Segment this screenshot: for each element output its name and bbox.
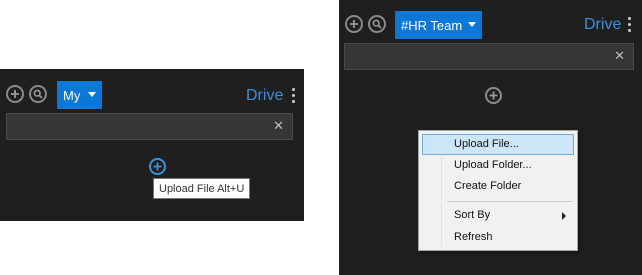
- chevron-down-icon: [468, 22, 476, 27]
- menu-item-label: Upload File...: [454, 138, 519, 150]
- menu-item-create-folder[interactable]: Create Folder: [422, 176, 574, 197]
- more-options-icon[interactable]: [292, 88, 296, 103]
- add-icon[interactable]: [6, 85, 24, 103]
- menu-item-refresh[interactable]: Refresh: [422, 227, 574, 248]
- search-field[interactable]: ✕: [6, 113, 293, 140]
- screen: My Drive ✕ Upload File Alt+U #HR Team Dr…: [0, 0, 642, 275]
- menu-item-label: Upload Folder...: [454, 159, 532, 171]
- menu-item-label: Refresh: [454, 231, 493, 243]
- upload-file-tooltip: Upload File Alt+U: [153, 178, 251, 199]
- clear-search-icon[interactable]: ✕: [614, 49, 625, 63]
- upload-file-icon[interactable]: [149, 158, 166, 175]
- menu-item-upload-folder[interactable]: Upload Folder...: [422, 155, 574, 176]
- more-options-icon[interactable]: [628, 17, 632, 32]
- add-icon[interactable]: [345, 15, 363, 33]
- drive-selector-label: My: [63, 87, 81, 103]
- drive-panel-my: My Drive ✕ Upload File Alt+U: [0, 69, 304, 221]
- drive-label: Drive: [584, 16, 622, 33]
- menu-item-label: Create Folder: [454, 180, 522, 192]
- chevron-down-icon: [88, 92, 96, 97]
- upload-file-icon[interactable]: [485, 87, 502, 104]
- drive-selector-label: #HR Team: [401, 17, 463, 33]
- context-menu: Upload File... Upload Folder... Create F…: [418, 130, 578, 251]
- menu-item-label: Sort By: [454, 209, 491, 221]
- search-field[interactable]: ✕: [344, 43, 634, 70]
- chevron-right-icon: [562, 212, 566, 220]
- menu-item-sort-by[interactable]: Sort By: [422, 205, 574, 226]
- search-icon[interactable]: [29, 85, 47, 103]
- search-input[interactable]: [345, 44, 633, 69]
- search-icon[interactable]: [368, 15, 386, 33]
- drive-selector-button[interactable]: #HR Team: [395, 11, 482, 39]
- menu-item-upload-file[interactable]: Upload File...: [422, 134, 574, 155]
- clear-search-icon[interactable]: ✕: [273, 119, 284, 133]
- search-input[interactable]: [7, 114, 292, 139]
- menu-separator: [447, 201, 573, 202]
- drive-selector-button[interactable]: My: [57, 81, 102, 109]
- drive-label: Drive: [246, 87, 284, 104]
